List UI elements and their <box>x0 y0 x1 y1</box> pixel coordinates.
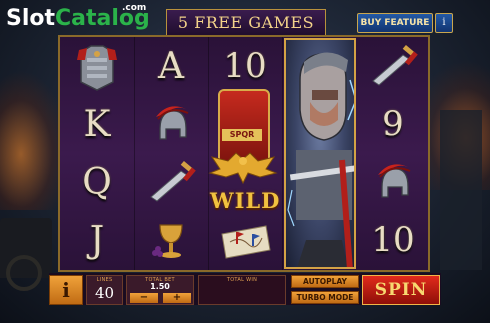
reel-5: 9 10 <box>356 37 430 270</box>
reel-symbol-10: 10 <box>371 220 415 260</box>
reel-symbol-j: J <box>89 219 105 261</box>
total-bet-value: 1.50 <box>150 282 170 291</box>
goblet-icon <box>134 211 208 269</box>
lines-value: 40 <box>94 284 115 302</box>
helmet-icon <box>134 95 208 153</box>
spin-button[interactable]: SPIN <box>362 275 440 305</box>
wild-spqr-label: SPQR <box>222 129 262 141</box>
lines-display: LINES 40 <box>86 275 123 305</box>
logo-slot-text: Slot <box>6 6 56 31</box>
autoplay-button[interactable]: AUTOPLAY <box>291 275 359 288</box>
total-bet-display: TOTAL BET 1.50 − + <box>126 275 194 305</box>
lines-label: LINES <box>96 277 113 283</box>
logo-com-text: .com <box>122 3 147 13</box>
reel-symbol-a: A <box>158 45 184 87</box>
sword-icon <box>134 153 208 211</box>
reel-symbol-k: K <box>83 103 111 145</box>
total-win-display: TOTAL WIN <box>198 275 286 305</box>
turbo-mode-button[interactable]: TURBO MODE <box>291 291 359 304</box>
sword-icon <box>356 37 430 95</box>
reel-2: A <box>134 37 209 270</box>
site-logo: SlotCatalog .com <box>6 3 150 31</box>
total-win-label: TOTAL WIN <box>226 277 258 283</box>
wild-label: WILD <box>210 188 281 213</box>
free-games-banner: 5 FREE GAMES <box>166 9 326 36</box>
reel-symbol-10: 10 <box>223 46 267 86</box>
background-wheel <box>6 255 42 291</box>
bet-decrease-button[interactable]: − <box>130 293 158 303</box>
eagle-icon <box>208 152 278 185</box>
armor-icon <box>60 37 134 95</box>
helmet-icon <box>356 153 430 211</box>
warrior-icon <box>284 38 356 269</box>
bet-increase-button[interactable]: + <box>163 293 191 303</box>
buy-feature-button[interactable]: BUY FEATURE <box>357 13 433 33</box>
reel-symbol-q: Q <box>82 161 112 203</box>
background-tower <box>440 110 482 270</box>
paytable-info-button[interactable]: i <box>49 275 83 305</box>
info-button-top[interactable]: i <box>435 13 453 33</box>
map-icon <box>208 211 282 269</box>
reel-1: K Q J <box>60 37 135 270</box>
reel-grid: K Q J A 10 SPQR WILD 9 10 <box>58 35 430 272</box>
reel-symbol-9: 9 <box>382 104 404 144</box>
